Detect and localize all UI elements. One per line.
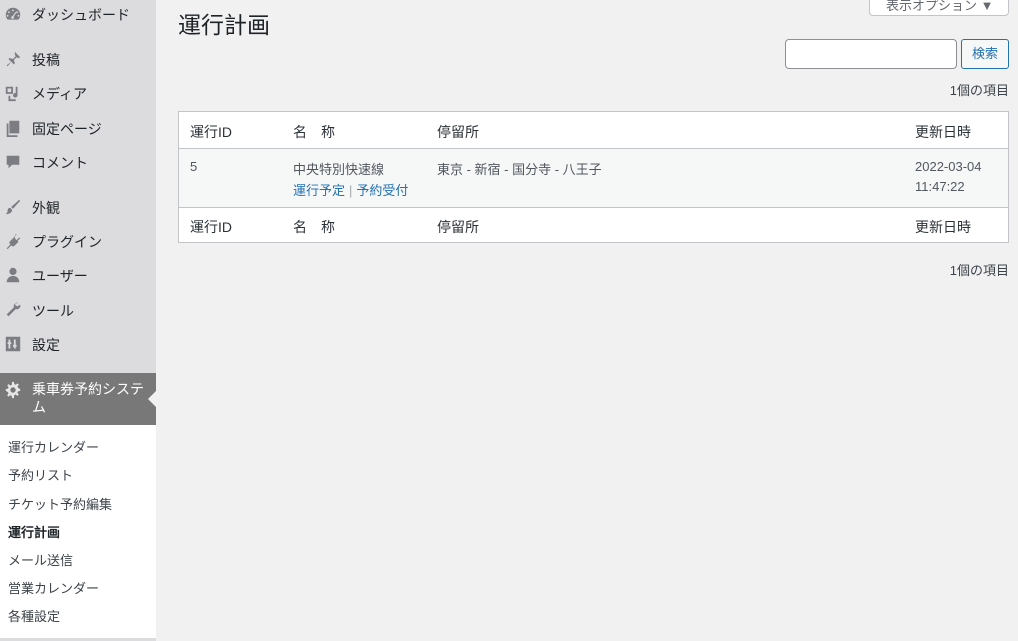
column-footer-updated[interactable]: 更新日時 — [915, 217, 971, 237]
menu-item-appearance[interactable]: 外観 — [0, 190, 156, 224]
row-updated-time: 11:47:22 — [915, 179, 965, 194]
column-header-stops[interactable]: 停留所 — [437, 122, 479, 142]
reservation-accept-link[interactable]: 予約受付 — [356, 183, 408, 198]
menu-item-posts[interactable]: 投稿 — [0, 42, 156, 76]
admin-sidebar: ダッシュボード 投稿 メディア 固定ページ コメント 外観 プラグイン ユーザー… — [0, 0, 156, 641]
table-row: 5 中央特別快速線 運行予定 | 予約受付 東京 - 新宿 - 国分寺 - 八王子 … — [179, 149, 1008, 207]
wrench-icon — [4, 301, 22, 319]
menu-item-dashboard[interactable]: ダッシュボード — [0, 0, 156, 31]
submenu: 運行カレンダー 予約リスト チケット予約編集 運行計画 メール送信 営業カレンダ… — [0, 425, 156, 638]
menu-item-users[interactable]: ユーザー — [0, 258, 156, 292]
menu-item-label: 投稿 — [32, 52, 60, 68]
menu-item-label: ツール — [32, 303, 74, 319]
operation-schedule-link[interactable]: 運行予定 — [293, 183, 345, 198]
dashboard-icon — [4, 5, 22, 23]
screen-options-label: 表示オプション ▼ — [886, 0, 994, 13]
menu-item-ticket-system[interactable]: 乗車券予約システム — [0, 373, 156, 425]
row-stops: 東京 - 新宿 - 国分寺 - 八王子 — [437, 162, 602, 177]
menu-item-plugins[interactable]: プラグイン — [0, 224, 156, 258]
submenu-item-ticket-edit[interactable]: チケット予約編集 — [8, 494, 112, 513]
menu-item-comments[interactable]: コメント — [0, 145, 156, 179]
row-updated-date: 2022-03-04 — [915, 159, 982, 174]
brush-icon — [4, 198, 22, 216]
menu-item-label: 設定 — [32, 337, 60, 353]
menu-item-media[interactable]: メディア — [0, 76, 156, 110]
item-count-bottom: 1個の項目 — [949, 263, 1009, 278]
menu-item-label: 固定ページ — [32, 121, 102, 137]
menu-item-label: プラグイン — [32, 234, 102, 250]
media-icon — [4, 84, 22, 102]
column-header-updated[interactable]: 更新日時 — [915, 122, 971, 142]
menu-item-settings[interactable]: 設定 — [0, 327, 156, 361]
column-header-id[interactable]: 運行ID — [190, 122, 232, 142]
submenu-item-business-calendar[interactable]: 営業カレンダー — [8, 578, 99, 597]
column-footer-stops[interactable]: 停留所 — [437, 217, 479, 237]
settings-icon — [4, 335, 22, 353]
submenu-item-settings[interactable]: 各種設定 — [8, 606, 60, 625]
pin-icon — [4, 50, 22, 68]
page-icon — [4, 119, 22, 137]
column-header-name[interactable]: 名 称 — [293, 122, 335, 142]
current-menu-arrow — [148, 391, 156, 407]
column-footer-name[interactable]: 名 称 — [293, 217, 335, 237]
menu-item-label: メディア — [32, 86, 88, 102]
plugin-icon — [4, 232, 22, 250]
table-header-row: 運行ID 名 称 停留所 更新日時 — [179, 112, 1008, 149]
menu-item-label: コメント — [32, 155, 88, 171]
screen-options-button[interactable]: 表示オプション ▼ — [869, 0, 1009, 16]
menu-item-pages[interactable]: 固定ページ — [0, 111, 156, 145]
menu-item-tools[interactable]: ツール — [0, 293, 156, 327]
column-footer-id[interactable]: 運行ID — [190, 217, 232, 237]
item-count-top: 1個の項目 — [949, 83, 1009, 98]
row-id: 5 — [190, 159, 198, 174]
row-actions: 運行予定 | 予約受付 — [293, 180, 408, 199]
page-title: 運行計画 — [178, 12, 270, 38]
search-input[interactable] — [785, 39, 957, 69]
submenu-item-send-mail[interactable]: メール送信 — [8, 550, 73, 569]
comment-icon — [4, 153, 22, 171]
submenu-item-operation-plan[interactable]: 運行計画 — [8, 522, 60, 541]
action-separator: | — [349, 183, 353, 198]
menu-item-label: 乗車券予約システム — [32, 381, 144, 415]
row-name: 中央特別快速線 — [293, 162, 385, 177]
submenu-item-operation-calendar[interactable]: 運行カレンダー — [8, 437, 99, 456]
search-button[interactable]: 検索 — [961, 39, 1009, 69]
menu-item-label: 外観 — [32, 200, 60, 216]
submenu-item-reservation-list[interactable]: 予約リスト — [8, 465, 73, 484]
menu-item-label: ダッシュボード — [32, 7, 130, 23]
data-table: 運行ID 名 称 停留所 更新日時 5 中央特別快速線 運行予定 | 予約受付 東京… — [178, 111, 1009, 243]
gear-icon — [4, 381, 22, 399]
menu-item-label: ユーザー — [32, 268, 88, 284]
table-footer-row: 運行ID 名 称 停留所 更新日時 — [179, 207, 1008, 242]
user-icon — [4, 266, 22, 284]
